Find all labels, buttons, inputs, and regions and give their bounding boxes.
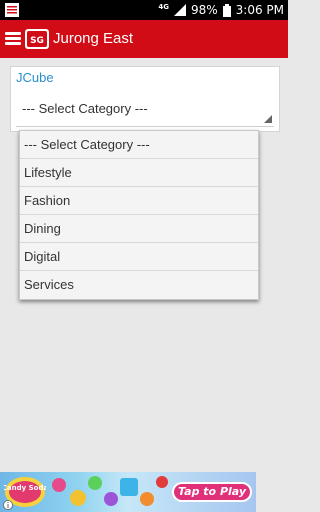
signal-icon <box>173 4 186 16</box>
status-bar: 4G 98% 3:06 PM <box>0 0 288 20</box>
category-option[interactable]: Services <box>20 271 258 299</box>
category-option[interactable]: --- Select Category --- <box>20 131 258 159</box>
logo-text: SG <box>30 36 44 46</box>
category-option[interactable]: Digital <box>20 243 258 271</box>
page-title: Jurong East <box>53 30 134 47</box>
tap-to-play-button[interactable]: Tap to Play <box>172 482 252 502</box>
menu-icon[interactable] <box>5 32 21 46</box>
battery-percent: 98% <box>190 3 218 17</box>
battery-icon <box>222 3 231 17</box>
app-logo-icon: SG <box>25 29 49 49</box>
network-type-label: 4G <box>158 2 169 11</box>
clock-time: 3:06 PM <box>235 3 284 17</box>
category-option[interactable]: Lifestyle <box>20 159 258 187</box>
app-notification-icon <box>5 3 19 17</box>
category-dropdown-list: --- Select Category --- Lifestyle Fashio… <box>19 130 259 300</box>
app-header: SG Jurong East <box>0 20 288 58</box>
category-select-value: --- Select Category --- <box>22 101 148 116</box>
dropdown-corner-icon <box>264 115 272 123</box>
category-select[interactable]: --- Select Category --- <box>16 97 274 127</box>
ad-info-icon[interactable] <box>3 500 13 510</box>
ad-logo-text: Candy Soda <box>4 484 46 492</box>
category-option[interactable]: Dining <box>20 215 258 243</box>
ad-banner[interactable]: Candy Soda Tap to Play <box>0 472 288 512</box>
mall-card: JCube --- Select Category --- <box>10 66 280 132</box>
ad-image[interactable]: Candy Soda Tap to Play <box>0 472 256 512</box>
category-option[interactable]: Fashion <box>20 187 258 215</box>
mall-name-label[interactable]: JCube <box>16 70 54 85</box>
